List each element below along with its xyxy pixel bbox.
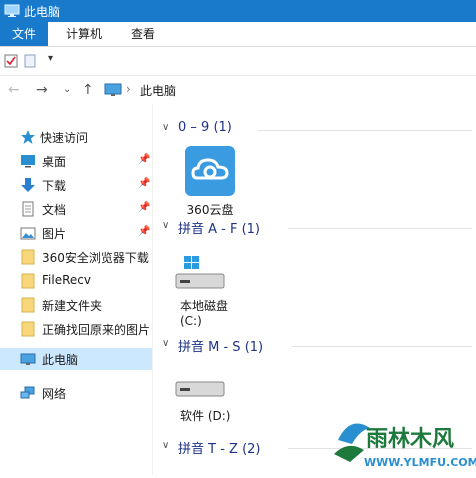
- tab-computer[interactable]: 计算机: [66, 22, 102, 46]
- sidebar-item-label: 正确找回原来的图片: [42, 323, 151, 337]
- title-bar: 此电脑: [0, 0, 476, 22]
- forward-arrow-icon[interactable]: →: [36, 82, 48, 98]
- sidebar-item-label: 图片: [42, 227, 67, 241]
- sidebar-item-label: 360安全浏览器下载: [42, 251, 149, 265]
- sidebar-item-folder[interactable]: 新建文件夹: [0, 294, 152, 316]
- drive-label: 360云盘: [186, 203, 234, 217]
- folder-icon: [20, 297, 36, 313]
- folder-icon: [20, 249, 36, 265]
- sidebar-item-documents[interactable]: 文档 📌: [0, 198, 152, 220]
- sidebar-item-folder[interactable]: FileRecv: [0, 270, 152, 292]
- drive-tile-d[interactable]: 软件 (D:): [170, 374, 250, 424]
- sidebar-item-desktop[interactable]: 桌面 📌: [0, 150, 152, 172]
- pin-icon[interactable]: 📌: [138, 202, 150, 213]
- sidebar-item-label: 快速访问: [40, 131, 89, 145]
- sidebar-item-pictures[interactable]: 图片 📌: [0, 222, 152, 244]
- group-header[interactable]: ∨ 拼音 M - S (1): [162, 336, 472, 356]
- desktop-icon: [20, 153, 36, 169]
- group-header[interactable]: ∨ 0 – 9 (1): [162, 120, 472, 140]
- folder-icon: [20, 321, 36, 337]
- group-title: 拼音 A - F (1): [178, 222, 261, 237]
- computer-icon: [4, 4, 20, 21]
- sidebar-item-label: FileRecv: [42, 273, 91, 287]
- divider: [292, 346, 472, 347]
- group-title: 0 – 9 (1): [178, 120, 232, 135]
- sidebar-item-network[interactable]: 网络: [0, 382, 152, 404]
- ribbon-tabs: 文件 计算机 查看: [0, 22, 476, 47]
- up-arrow-icon[interactable]: ↑: [82, 82, 94, 98]
- group-header[interactable]: ∨ 拼音 A - F (1): [162, 218, 472, 238]
- sidebar-item-this-pc[interactable]: 此电脑: [0, 348, 152, 370]
- group-title: 拼音 M - S (1): [178, 340, 264, 355]
- recent-locations-chevron-icon[interactable]: ⌄: [63, 84, 71, 95]
- breadcrumb-separator-icon: ›: [126, 82, 131, 96]
- chevron-down-icon[interactable]: ∨: [162, 122, 169, 133]
- pin-icon[interactable]: 📌: [138, 154, 150, 165]
- picture-icon: [20, 225, 36, 241]
- sidebar-item-label: 下载: [42, 179, 67, 193]
- chevron-down-icon[interactable]: ∨: [162, 338, 169, 349]
- sidebar-item-downloads[interactable]: 下载 📌: [0, 174, 152, 196]
- sidebar-item-label: 此电脑: [42, 353, 79, 367]
- sidebar-item-folder[interactable]: 正确找回原来的图片: [0, 318, 152, 340]
- sidebar-item-label: 新建文件夹: [42, 299, 103, 313]
- address-path[interactable]: 此电脑: [140, 82, 176, 99]
- windows-drive-icon: [170, 256, 230, 297]
- sidebar-item-label: 桌面: [42, 155, 67, 169]
- quick-access-toolbar: ▾: [0, 47, 476, 76]
- customize-toolbar-icon[interactable]: ▾: [48, 53, 53, 64]
- computer-icon: [20, 351, 36, 367]
- star-icon: [20, 129, 36, 145]
- drive-tile-c[interactable]: 本地磁盘 (C:): [170, 254, 250, 328]
- chevron-down-icon[interactable]: ∨: [162, 220, 169, 231]
- drive-letter: (C:): [180, 314, 202, 328]
- watermark-brand: 雨林木风: [366, 427, 454, 452]
- chevron-down-icon[interactable]: ∨: [162, 440, 169, 451]
- network-icon: [20, 385, 36, 401]
- group-title: 拼音 T - Z (2): [178, 442, 261, 457]
- cloud-drive-icon: [183, 146, 237, 201]
- sidebar-item-folder[interactable]: 360安全浏览器下载: [0, 246, 152, 268]
- tab-file[interactable]: 文件: [0, 22, 49, 46]
- computer-icon: [104, 83, 122, 100]
- drive-label: 本地磁盘: [180, 299, 229, 313]
- pin-icon[interactable]: 📌: [138, 226, 150, 237]
- drive-tile-360-cloud[interactable]: 360云盘: [170, 144, 250, 218]
- window-title: 此电脑: [24, 5, 61, 19]
- navigation-pane: 快速访问 桌面 📌 下载 📌 文档 📌 图片 📌 360安全浏览器下载 File…: [0, 104, 153, 475]
- tab-view[interactable]: 查看: [131, 22, 155, 46]
- sidebar-item-label: 网络: [42, 387, 67, 401]
- back-arrow-icon[interactable]: ←: [8, 82, 20, 98]
- properties-icon[interactable]: [4, 54, 18, 71]
- drive-icon: [170, 381, 230, 407]
- download-arrow-icon: [20, 177, 36, 193]
- pin-icon[interactable]: 📌: [138, 178, 150, 189]
- folder-icon: [20, 273, 36, 289]
- sidebar-item-label: 文档: [42, 203, 67, 217]
- watermark-url: WWW.YLMFU.COM: [364, 456, 476, 469]
- watermark-logo: 雨林木风 WWW.YLMFU.COM: [330, 410, 476, 475]
- navigation-bar: ← → ⌄ ↑ › 此电脑: [0, 76, 476, 104]
- drive-label: 软件 (D:): [180, 409, 231, 423]
- document-icon: [20, 201, 36, 217]
- divider: [288, 228, 472, 229]
- divider: [258, 130, 472, 131]
- sidebar-item-quick-access[interactable]: 快速访问: [0, 126, 152, 148]
- new-folder-icon[interactable]: [24, 54, 36, 71]
